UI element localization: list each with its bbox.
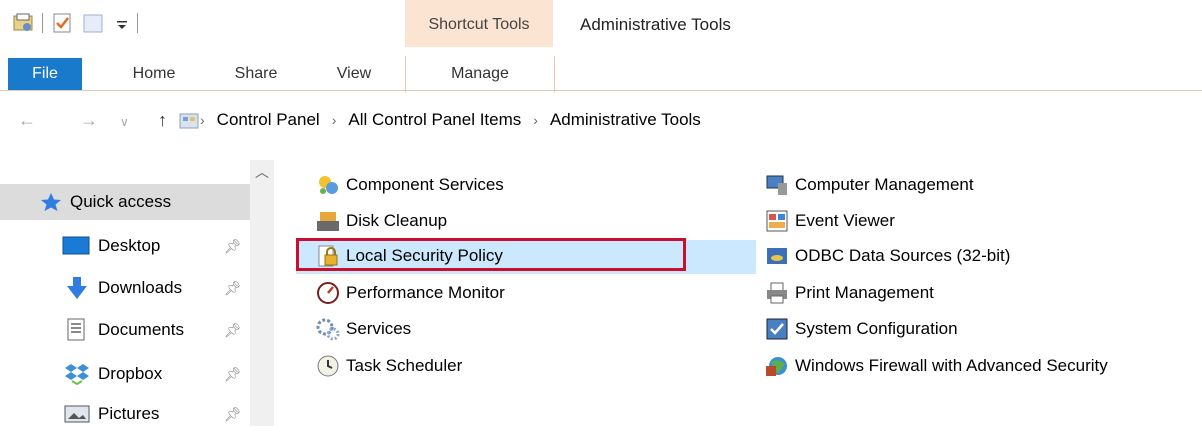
file-item-label: ODBC Data Sources (32-bit) (795, 246, 1011, 265)
file-item-label: System Configuration (795, 319, 958, 338)
file-item-computer-management[interactable]: Computer Management (765, 169, 974, 201)
tab-share[interactable]: Share (214, 57, 298, 91)
file-item-odbc-data-sources[interactable]: ODBC Data Sources (32-bit) (765, 240, 1010, 272)
tab-view[interactable]: View (312, 57, 396, 91)
file-item-label: Event Viewer (795, 211, 895, 230)
qat-separator (42, 13, 43, 33)
disk-cleanup-icon (317, 212, 339, 231)
nav-item-label: Quick access (70, 192, 172, 211)
component-services-icon (319, 176, 338, 194)
breadcrumb-separator: › (331, 112, 337, 128)
pin-icon[interactable]: 📌︎ (224, 322, 242, 339)
breadcrumb-administrative-tools[interactable]: Administrative Tools (550, 110, 701, 130)
new-folder-icon[interactable] (81, 12, 107, 34)
firewall-icon (766, 357, 787, 376)
file-item-label: Task Scheduler (346, 356, 463, 375)
customize-toolbar-icon[interactable] (115, 12, 129, 34)
forward-arrow-icon[interactable]: → (80, 110, 98, 131)
breadcrumb-separator: › (200, 112, 205, 128)
navigation-pane: Quick access Desktop 📌︎ Downloads 📌︎ Doc… (0, 160, 258, 426)
nav-item-documents[interactable]: Documents 📌︎ (0, 312, 250, 348)
file-item-label: Disk Cleanup (346, 211, 448, 230)
nav-item-label: Documents (98, 320, 184, 339)
nav-item-desktop[interactable]: Desktop 📌︎ (0, 228, 250, 264)
downloads-icon (64, 276, 90, 299)
nav-item-dropbox[interactable]: Dropbox 📌︎ (0, 356, 250, 392)
pin-icon[interactable]: 📌︎ (224, 406, 242, 423)
address-bar: ← → ∨ ↑ › Control Panel › All Control Pa… (0, 100, 1202, 144)
file-item-label: Computer Management (795, 175, 974, 194)
desktop-icon (62, 236, 90, 256)
file-item-windows-firewall[interactable]: Windows Firewall with Advanced Security (765, 350, 1108, 382)
file-item-label: Windows Firewall with Advanced Security (795, 356, 1108, 375)
folder-properties-icon[interactable] (12, 12, 34, 34)
nav-item-label: Pictures (98, 404, 160, 423)
ribbon-tabs: File Home Share View Manage (0, 56, 1202, 93)
control-panel-icon (179, 113, 199, 129)
tab-manage[interactable]: Manage (405, 56, 555, 93)
star-icon (40, 192, 66, 212)
pin-icon[interactable]: 📌︎ (224, 238, 242, 255)
file-item-label: Print Management (795, 283, 934, 302)
event-viewer-icon (766, 210, 788, 232)
nav-quick-access[interactable]: Quick access (0, 184, 250, 220)
file-item-performance-monitor[interactable]: Performance Monitor (316, 277, 505, 309)
nav-item-label: Dropbox (98, 364, 163, 383)
file-item-label: Services (346, 319, 412, 338)
properties-check-icon[interactable] (51, 12, 73, 34)
highlight-annotation-box (296, 238, 686, 271)
nav-item-downloads[interactable]: Downloads 📌︎ (0, 270, 250, 306)
file-item-services[interactable]: Services (316, 313, 411, 345)
print-management-icon (767, 282, 787, 304)
pictures-icon (64, 404, 90, 424)
up-arrow-icon[interactable]: ↑ (158, 110, 167, 131)
window-title: Administrative Tools (580, 15, 731, 34)
pin-icon[interactable]: 📌︎ (224, 366, 242, 383)
recent-locations-chevron-icon[interactable]: ∨ (120, 115, 129, 129)
ribbon-divider (0, 90, 1202, 91)
file-item-print-management[interactable]: Print Management (765, 277, 934, 309)
dropbox-icon (64, 362, 90, 386)
task-scheduler-icon (317, 355, 339, 377)
file-item-label: Component Services (346, 175, 504, 194)
performance-monitor-icon (317, 282, 339, 304)
quick-access-toolbar (12, 10, 138, 36)
tab-home[interactable]: Home (112, 57, 196, 91)
breadcrumb-control-panel[interactable]: Control Panel (217, 110, 320, 130)
file-item-component-services[interactable]: Component Services (316, 169, 504, 201)
file-item-task-scheduler[interactable]: Task Scheduler (316, 350, 462, 382)
breadcrumb: › Control Panel › All Control Panel Item… (200, 110, 701, 130)
qat-separator (137, 13, 138, 33)
file-item-system-configuration[interactable]: System Configuration (765, 313, 958, 345)
back-arrow-icon[interactable]: ← (18, 110, 36, 131)
nav-item-label: Downloads (98, 278, 183, 297)
system-configuration-icon (766, 318, 788, 340)
nav-item-label: Desktop (98, 236, 161, 255)
tab-file[interactable]: File (8, 58, 82, 90)
file-item-event-viewer[interactable]: Event Viewer (765, 205, 895, 237)
nav-item-pictures[interactable]: Pictures 📌︎ (0, 396, 250, 432)
odbc-icon (767, 248, 787, 264)
services-icon (316, 318, 340, 341)
breadcrumb-all-control-panel-items[interactable]: All Control Panel Items (348, 110, 521, 130)
computer-management-icon (766, 175, 787, 195)
pin-icon[interactable]: 📌︎ (224, 280, 242, 297)
file-item-label: Performance Monitor (346, 283, 505, 302)
file-item-disk-cleanup[interactable]: Disk Cleanup (316, 205, 447, 237)
shortcut-tools-label: Shortcut Tools (428, 16, 530, 33)
documents-icon (64, 318, 90, 341)
breadcrumb-separator: › (533, 112, 538, 128)
